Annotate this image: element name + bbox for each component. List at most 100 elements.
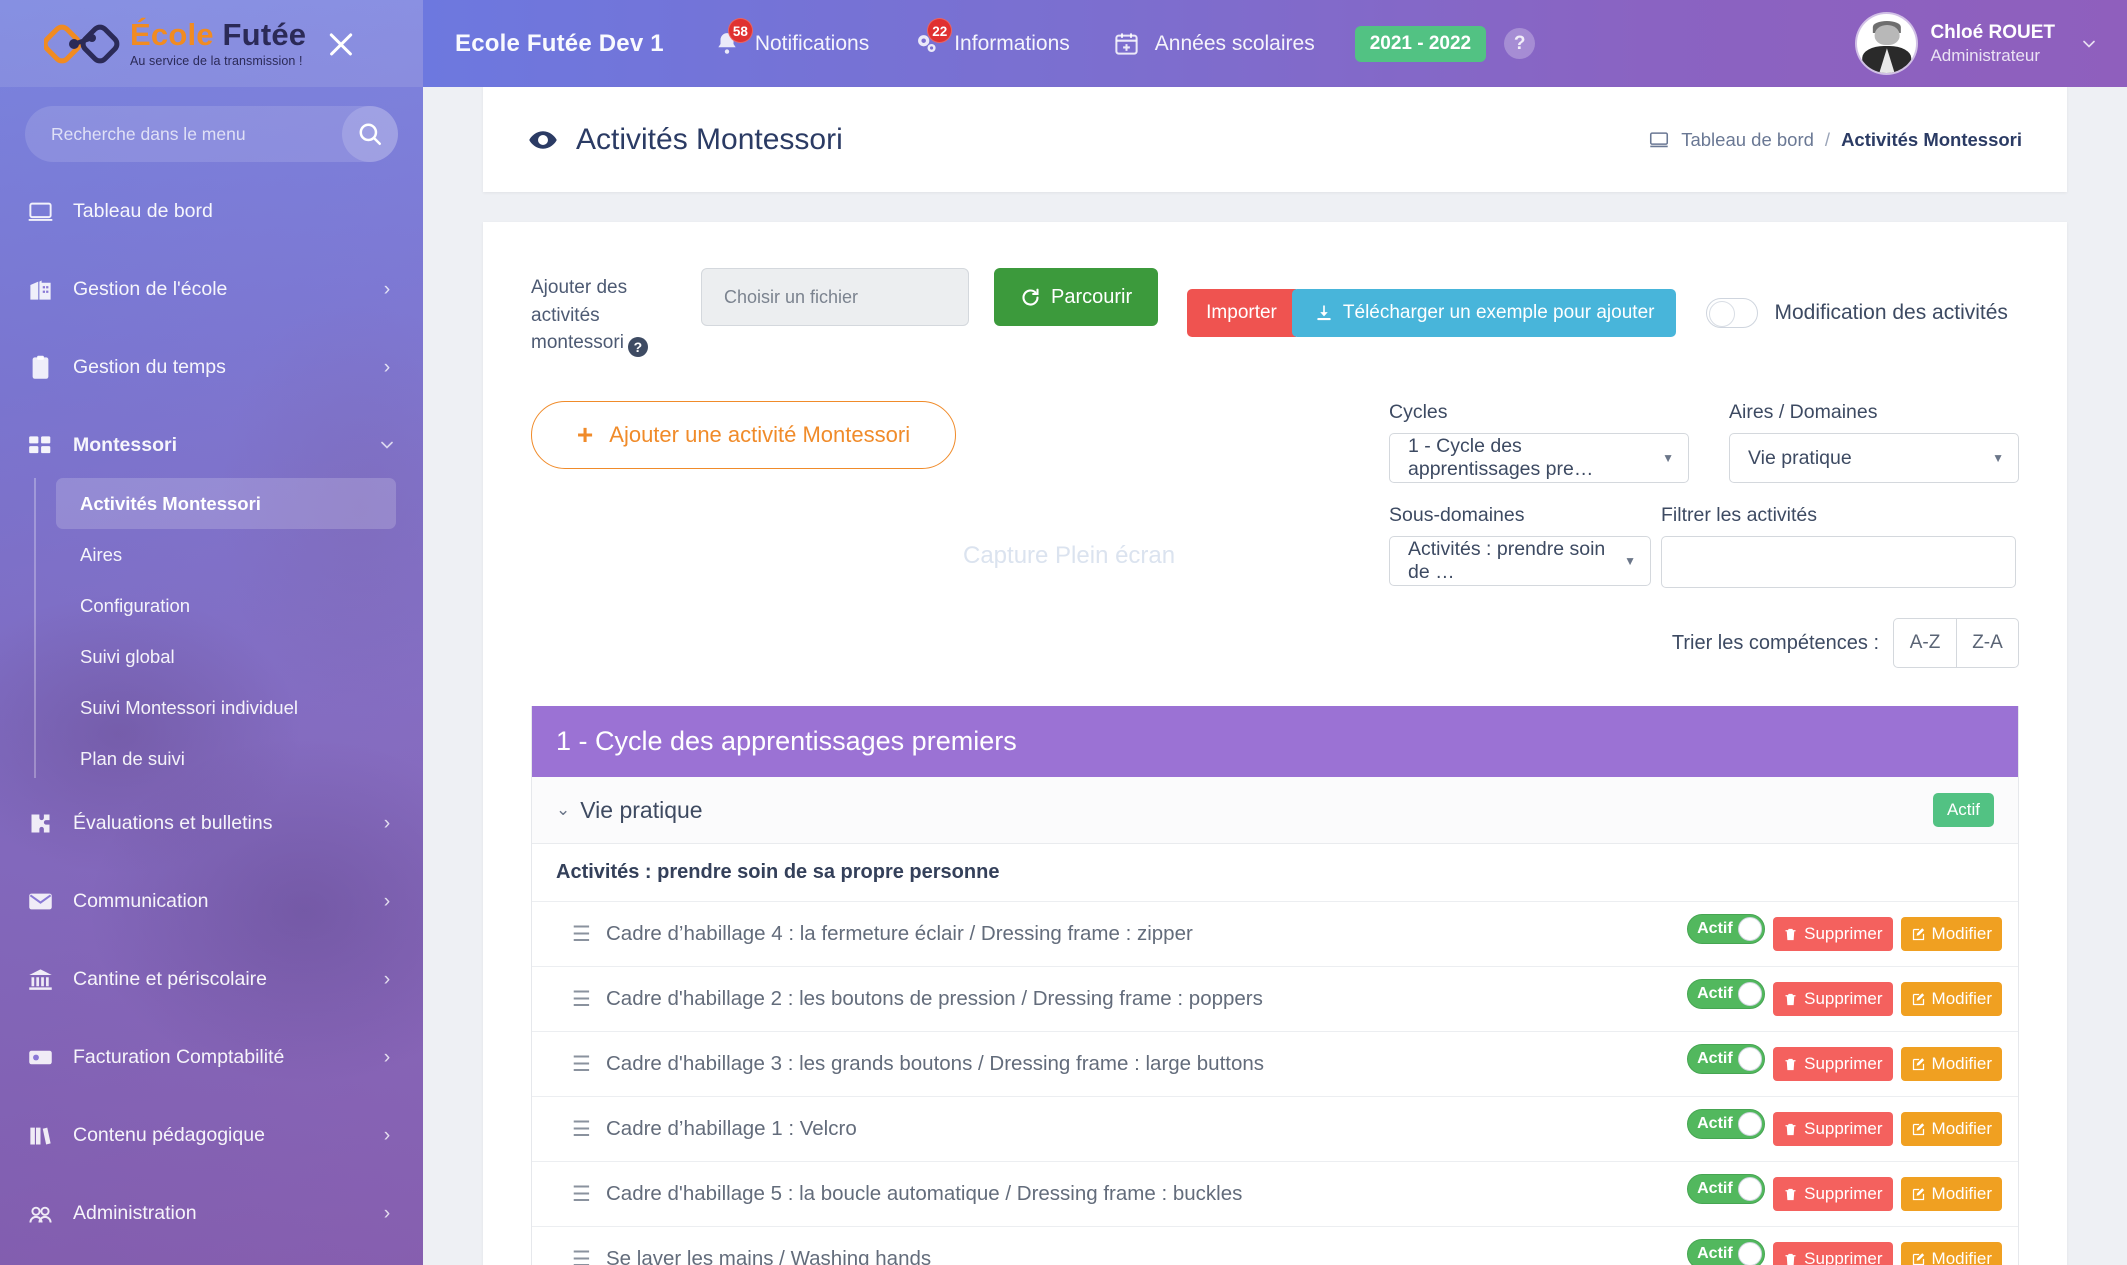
sidebar-item-configuration[interactable]: Configuration bbox=[56, 580, 396, 631]
delete-button[interactable]: Supprimer bbox=[1773, 1177, 1893, 1212]
drag-handle-icon[interactable]: ☰ bbox=[572, 922, 598, 947]
cycles-select[interactable]: 1 - Cycle des apprentissages pre… ▼ bbox=[1389, 433, 1689, 484]
filter-activities-input[interactable] bbox=[1661, 536, 2016, 589]
edit-button[interactable]: Modifier bbox=[1900, 1242, 2002, 1265]
search-input[interactable] bbox=[25, 106, 342, 162]
import-label: Ajouter des activités montessori? bbox=[531, 268, 679, 358]
sidebar-item-aires[interactable]: Aires bbox=[56, 529, 396, 580]
subdomains-select[interactable]: Activités : prendre soin de … ▼ bbox=[1389, 536, 1651, 587]
notifications-button[interactable]: 58 Notifications bbox=[710, 17, 869, 61]
sidebar-item-suivi-montessori-individuel[interactable]: Suivi Montessori individuel bbox=[56, 682, 396, 733]
table-row: ☰ Cadre d’habillage 1 : Velcro Actif Suppri… bbox=[532, 1097, 2018, 1163]
activity-active-toggle[interactable]: Actif bbox=[1687, 1109, 1766, 1140]
import-button[interactable]: Importer bbox=[1187, 288, 1296, 337]
delete-button[interactable]: Supprimer bbox=[1773, 982, 1893, 1017]
filters-group: Cycles 1 - Cycle des apprentissages pre…… bbox=[1389, 401, 2019, 589]
sidebar-item-cantine-et-periscolaire[interactable]: Cantine et périscolaire › bbox=[0, 940, 423, 1018]
sidebar-item-label: Gestion du temps bbox=[73, 355, 226, 378]
trash-icon bbox=[1783, 992, 1798, 1007]
breadcrumb-root[interactable]: Tableau de bord bbox=[1681, 129, 1814, 151]
drag-handle-icon[interactable]: ☰ bbox=[572, 987, 598, 1012]
activity-active-toggle[interactable]: Actif bbox=[1687, 1174, 1766, 1205]
sidebar-item-activites-montessori[interactable]: Activités Montessori bbox=[56, 478, 396, 529]
edit-button[interactable]: Modifier bbox=[1900, 1112, 2002, 1147]
sidebar-item-label: Communication bbox=[73, 889, 209, 912]
informations-label: Informations bbox=[954, 31, 1070, 55]
sidebar-item-facturation-comptabilite[interactable]: Facturation Comptabilité › bbox=[0, 1018, 423, 1096]
edit-button[interactable]: Modifier bbox=[1900, 1177, 2002, 1212]
sidebar-item-administration[interactable]: Administration › bbox=[0, 1174, 423, 1252]
area-status-badge[interactable]: Actif bbox=[1932, 793, 1994, 828]
download-example-button[interactable]: Télécharger un exemple pour ajouter bbox=[1291, 288, 1677, 337]
results-panel: 1 - Cycle des apprentissages premiers ⌄ … bbox=[531, 706, 2019, 1265]
monitor-icon bbox=[1648, 129, 1670, 151]
add-activity-button[interactable]: + Ajouter une activité Montessori bbox=[531, 401, 956, 470]
drag-handle-icon[interactable]: ☰ bbox=[572, 1247, 598, 1265]
sidebar-item-tableau-de-bord[interactable]: Tableau de bord bbox=[0, 172, 423, 250]
school-years-button[interactable]: Années scolaires bbox=[1110, 27, 1315, 61]
trash-icon bbox=[1783, 1057, 1798, 1072]
actions-and-filters: + Ajouter une activité Montessori Cycles… bbox=[483, 357, 2067, 589]
sidebar-item-gestion-du-temps[interactable]: Gestion du temps › bbox=[0, 328, 423, 406]
sidebar-item-evaluations-et-bulletins[interactable]: Évaluations et bulletins › bbox=[0, 784, 423, 862]
delete-label: Supprimer bbox=[1804, 924, 1883, 944]
modification-toggle-group: Modification des activités bbox=[1706, 297, 2008, 328]
user-name: Chloé ROUET bbox=[1930, 22, 2055, 43]
page-title: Activités Montessori bbox=[576, 122, 843, 156]
table-row: ☰ Cadre d'habillage 2 : les boutons de pr… bbox=[532, 967, 2018, 1033]
download-example-label: Télécharger un exemple pour ajouter bbox=[1342, 301, 1655, 323]
edit-button[interactable]: Modifier bbox=[1900, 1047, 2002, 1082]
modification-toggle[interactable] bbox=[1706, 297, 1759, 328]
activity-active-toggle[interactable]: Actif bbox=[1687, 914, 1766, 945]
clipboard-icon bbox=[27, 354, 67, 381]
sort-za-button[interactable]: Z-A bbox=[1956, 618, 2019, 669]
sidebar-item-suivi-global[interactable]: Suivi global bbox=[56, 631, 396, 682]
sidebar-item-plan-de-suivi[interactable]: Plan de suivi bbox=[56, 733, 396, 784]
search-icon[interactable] bbox=[342, 106, 398, 162]
help-icon[interactable]: ? bbox=[1504, 28, 1536, 59]
row-actions: Actif Supprimer Modifier bbox=[1687, 1174, 2002, 1214]
drag-handle-icon[interactable]: ☰ bbox=[572, 1182, 598, 1207]
delete-label: Supprimer bbox=[1804, 1054, 1883, 1074]
delete-button[interactable]: Supprimer bbox=[1773, 1112, 1893, 1147]
drag-handle-icon[interactable]: ☰ bbox=[572, 1117, 598, 1142]
delete-button[interactable]: Supprimer bbox=[1773, 1242, 1893, 1265]
activity-active-toggle[interactable]: Actif bbox=[1687, 1044, 1766, 1075]
delete-button[interactable]: Supprimer bbox=[1773, 917, 1893, 952]
toggle-knob bbox=[1738, 1112, 1763, 1137]
edit-button[interactable]: Modifier bbox=[1900, 982, 2002, 1017]
calendar-plus-icon bbox=[1110, 27, 1144, 61]
app-root: École Futée Au service de la transmissio… bbox=[0, 0, 2127, 1265]
user-menu[interactable]: Chloé ROUET Administrateur bbox=[1857, 14, 2099, 73]
browse-button[interactable]: Parcourir bbox=[994, 268, 1159, 326]
activity-active-label: Actif bbox=[1697, 1245, 1733, 1263]
table-row: ☰ Cadre d’habillage 4 : la fermeture écla… bbox=[532, 902, 2018, 968]
file-input[interactable]: Choisir un fichier bbox=[701, 268, 969, 326]
sidebar-item-gestion-de-lecole[interactable]: Gestion de l'école › bbox=[0, 250, 423, 328]
content-card: Capture Plein écran Ajouter des activité… bbox=[483, 222, 2067, 1265]
subnav-label: Activités Montessori bbox=[80, 492, 261, 514]
sidebar-item-contenu-pedagogique[interactable]: Contenu pédagogique › bbox=[0, 1096, 423, 1174]
row-actions: Actif Supprimer Modifier bbox=[1687, 914, 2002, 954]
activity-active-toggle[interactable]: Actif bbox=[1687, 979, 1766, 1010]
sidebar-item-montessori[interactable]: Montessori bbox=[0, 406, 423, 484]
delete-button[interactable]: Supprimer bbox=[1773, 1047, 1893, 1082]
school-year-pill[interactable]: 2021 - 2022 bbox=[1354, 25, 1487, 62]
chevron-down-icon[interactable] bbox=[2079, 34, 2099, 54]
edit-button[interactable]: Modifier bbox=[1900, 917, 2002, 952]
activity-active-toggle[interactable]: Actif bbox=[1687, 1239, 1766, 1265]
areas-select[interactable]: Vie pratique ▼ bbox=[1729, 433, 2019, 484]
drag-handle-icon[interactable]: ☰ bbox=[572, 1052, 598, 1077]
chevron-right-icon: › bbox=[383, 1045, 391, 1068]
school-icon bbox=[27, 276, 67, 303]
informations-button[interactable]: 22 Informations bbox=[909, 17, 1070, 61]
sort-az-button[interactable]: A-Z bbox=[1893, 618, 1956, 669]
row-actions: Actif Supprimer Modifier bbox=[1687, 979, 2002, 1019]
area-toggle[interactable]: ⌄ Vie pratique bbox=[556, 797, 703, 824]
toggle-knob bbox=[1738, 982, 1763, 1007]
close-sidebar-icon[interactable] bbox=[324, 27, 358, 61]
row-actions: Actif Supprimer Modifier bbox=[1687, 1239, 2002, 1265]
sidebar-item-communication[interactable]: Communication › bbox=[0, 862, 423, 940]
question-circle-icon[interactable]: ? bbox=[627, 337, 648, 358]
filter-right-column: Aires / Domaines Vie pratique ▼ Filtrer … bbox=[1661, 401, 2019, 589]
